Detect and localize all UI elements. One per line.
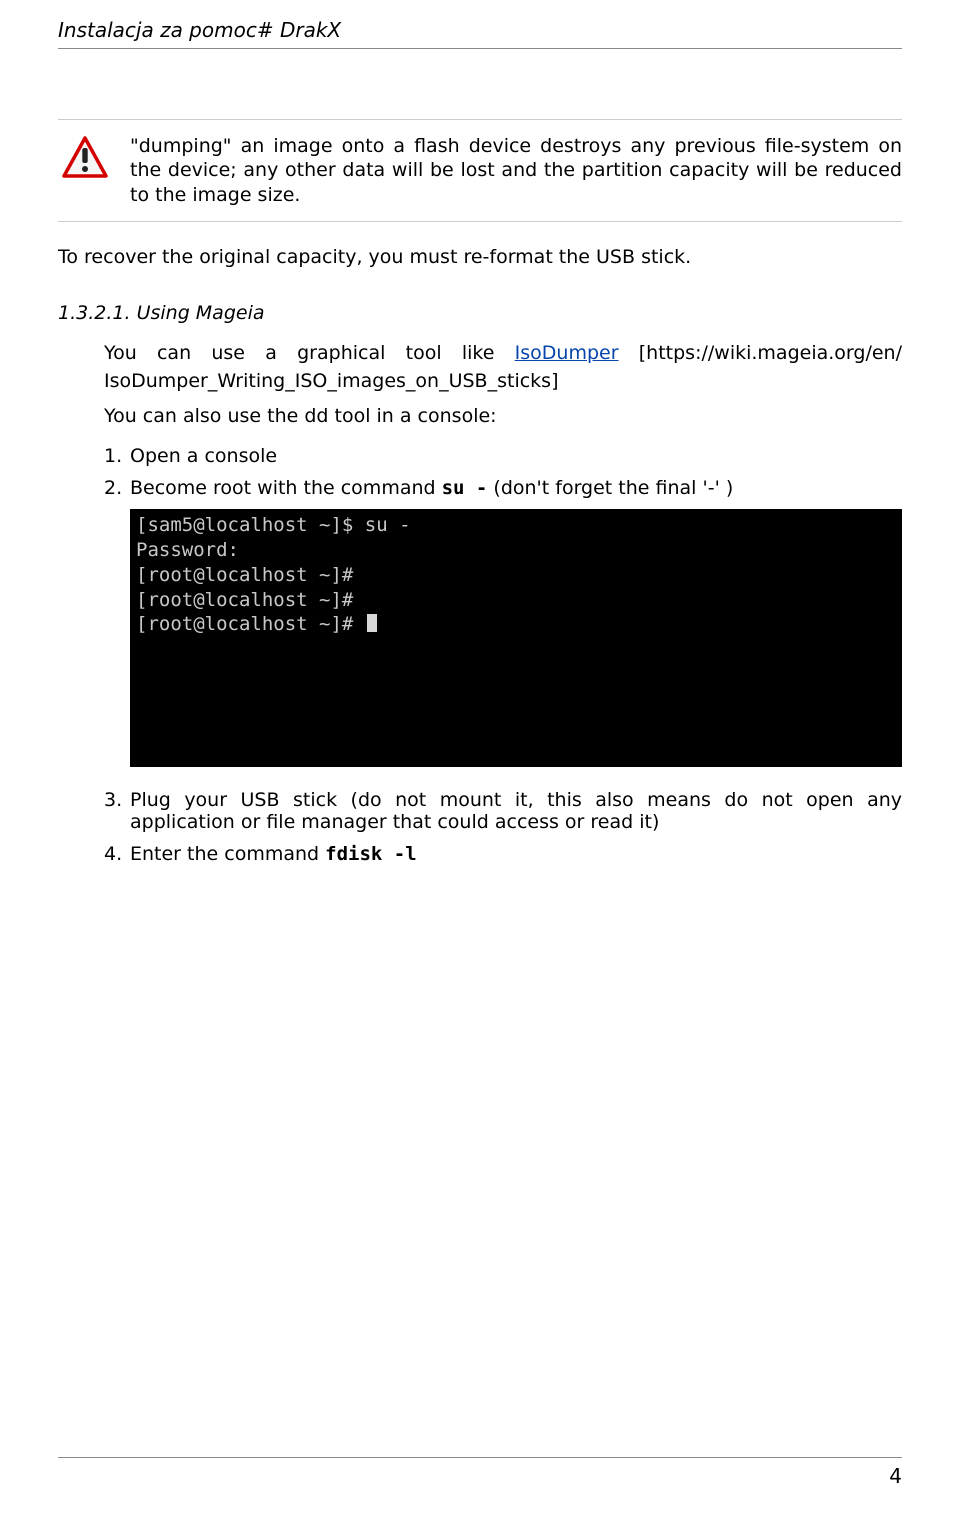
list-num: 2. <box>104 477 130 499</box>
terminal-line: [root@localhost ~]# <box>136 588 896 613</box>
word: graphical <box>297 342 385 364</box>
page-header-title: Instalacja za pomoc# DrakX <box>58 18 902 42</box>
list-item: 3. Plug your USB stick (do not mount it,… <box>104 789 902 833</box>
list-body: Enter the command fdisk -l <box>130 843 902 865</box>
text: Become root with the command <box>130 477 442 499</box>
ordered-list-a: 1. Open a console 2. Become root with th… <box>104 445 902 499</box>
terminal-screenshot: [sam5@localhost ~]$ su - Password: [root… <box>130 509 902 766</box>
inline-command: fdisk -l <box>325 843 417 865</box>
list-num: 1. <box>104 445 130 467</box>
word: like <box>462 342 495 364</box>
prompt: [root@localhost ~]# <box>136 613 365 635</box>
list-item: 2. Become root with the command su - (do… <box>104 477 902 499</box>
recover-paragraph: To recover the original capacity, you mu… <box>58 246 902 268</box>
word: tool <box>406 342 442 364</box>
terminal-line: [root@localhost ~]# <box>136 563 896 588</box>
word: You <box>104 342 137 364</box>
section-title: Using Mageia <box>137 302 265 324</box>
warning-icon <box>58 134 112 207</box>
dd-paragraph: You can also use the dd tool in a consol… <box>104 405 902 427</box>
header-rule <box>58 48 902 49</box>
list-body: Become root with the command su - (don't… <box>130 477 902 499</box>
list-body: Open a console <box>130 445 902 467</box>
url-prefix: [https://wiki.mageia.org/en/ <box>639 342 902 364</box>
text: Enter the command <box>130 843 325 865</box>
cursor-icon <box>367 614 377 632</box>
section-heading: 1.3.2.1. Using Mageia <box>58 302 902 324</box>
ordered-list-b: 3. Plug your USB stick (do not mount it,… <box>104 789 902 865</box>
warning-admonition: "dumping" an image onto a flash device d… <box>58 119 902 222</box>
list-num: 3. <box>104 789 130 833</box>
section-number: 1.3.2.1. <box>58 302 131 324</box>
page-number: 4 <box>58 1464 902 1488</box>
isodumper-link[interactable]: IsoDumper <box>515 342 619 364</box>
terminal-line: [root@localhost ~]# <box>136 612 896 637</box>
warning-text: "dumping" an image onto a flash device d… <box>130 134 902 207</box>
list-item: 4. Enter the command fdisk -l <box>104 843 902 865</box>
graphical-tool-line2: IsoDumper_Writing_ISO_images_on_USB_stic… <box>104 370 902 394</box>
word: use <box>211 342 245 364</box>
word: can <box>157 342 191 364</box>
list-item: 1. Open a console <box>104 445 902 467</box>
text: (don't forget the final '-' ) <box>487 477 733 499</box>
list-num: 4. <box>104 843 130 865</box>
page-footer: 4 <box>58 1457 902 1488</box>
inline-command: su - <box>442 477 488 499</box>
list-body: Plug your USB stick (do not mount it, th… <box>130 789 902 833</box>
word: a <box>265 342 277 364</box>
terminal-line: [sam5@localhost ~]$ su - <box>136 513 896 538</box>
footer-rule <box>58 1457 902 1458</box>
graphical-tool-line1: You can use a graphical tool like IsoDum… <box>104 342 902 366</box>
terminal-line: Password: <box>136 538 896 563</box>
admon-bottom-rule <box>58 221 902 222</box>
